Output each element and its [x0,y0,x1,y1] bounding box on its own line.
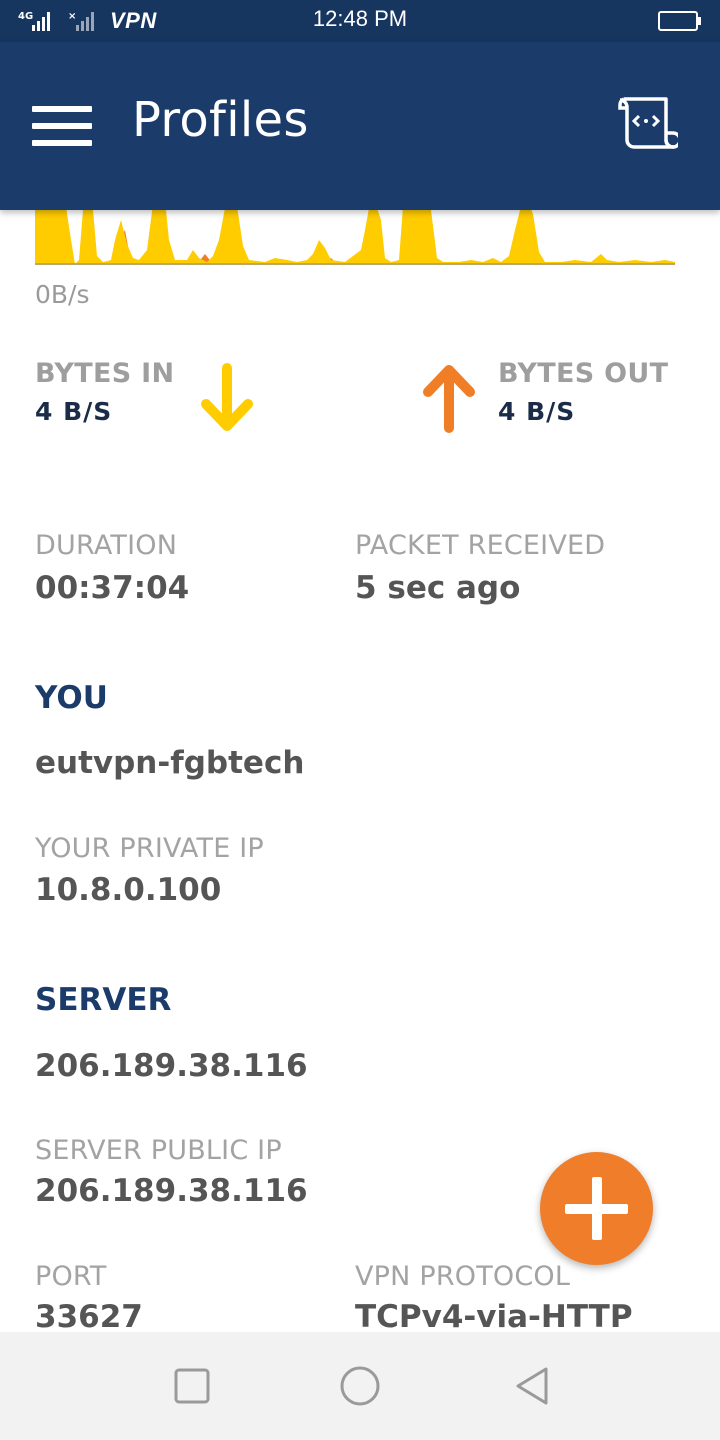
back-icon[interactable] [510,1364,554,1408]
page-title: Profiles [132,92,309,148]
recents-icon[interactable] [170,1364,214,1408]
navigation-bar [0,1332,720,1440]
server-address: 206.189.38.116 [35,1048,308,1084]
status-bar: 4G × VPN 12:48 PM [0,0,720,42]
bytes-out-value: 4 B/S [498,397,576,426]
bytes-out-label: BYTES OUT [498,358,669,389]
bytes-in-value: 4 B/S [35,397,113,426]
menu-button[interactable] [32,104,94,148]
duration-value: 00:37:04 [35,570,190,606]
arrow-up-icon [423,365,475,433]
port-label: PORT [35,1261,107,1292]
you-heading: YOU [35,680,108,716]
you-name: eutvpn-fgbtech [35,745,305,781]
packet-received-label: PACKET RECEIVED [355,530,606,561]
script-icon [618,97,682,149]
add-profile-button[interactable] [540,1152,653,1265]
home-icon[interactable] [338,1364,382,1408]
packet-received-value: 5 sec ago [355,570,521,606]
duration-label: DURATION [35,530,178,561]
graph-unit-label: 0B/s [35,280,90,309]
app-bar: Profiles [0,42,720,210]
script-button[interactable] [616,96,682,156]
port-value: 33627 [35,1299,143,1335]
server-public-ip-value: 206.189.38.116 [35,1173,308,1209]
private-ip-value: 10.8.0.100 [35,872,222,908]
status-time: 12:48 PM [312,6,408,31]
battery-icon [658,11,701,31]
vpn-protocol-value: TCPv4-via-HTTP [355,1299,633,1335]
vpn-protocol-label: VPN PROTOCOL [355,1261,571,1292]
bytes-in-label: BYTES IN [35,358,175,389]
menu-icon [32,106,92,112]
server-public-ip-label: SERVER PUBLIC IP [35,1135,282,1166]
arrow-down-icon [201,363,253,431]
server-heading: SERVER [35,982,172,1018]
private-ip-label: YOUR PRIVATE IP [35,833,264,864]
traffic-graph [35,200,675,265]
